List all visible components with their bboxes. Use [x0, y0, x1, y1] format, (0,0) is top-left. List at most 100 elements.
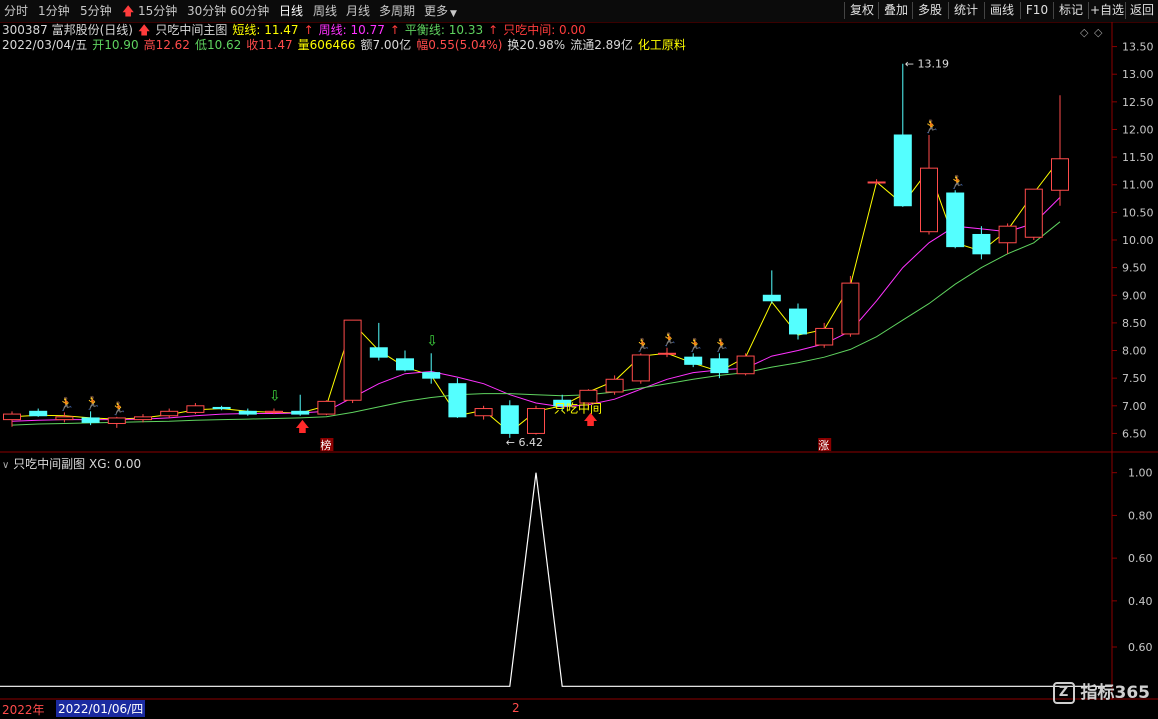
candle-body [81, 417, 100, 423]
candle-body [500, 405, 519, 434]
runner-icon: 🏃 [58, 396, 74, 412]
candle [134, 414, 152, 423]
candle-body [736, 355, 755, 375]
runner-icon: 🏃 [949, 174, 965, 190]
y-tick-label: 12.50 [1122, 96, 1154, 109]
candle-body [527, 408, 545, 434]
kline-chart[interactable]: ◇ ◇ 6.507.007.508.008.509.009.5010.0010.5… [0, 0, 1158, 719]
sub-y-tick-label: 0.80 [1128, 509, 1153, 522]
candle [815, 322, 834, 348]
candle-body [160, 410, 179, 417]
candle [500, 400, 519, 438]
y-tick-label: 8.50 [1122, 317, 1147, 330]
candle [55, 412, 74, 423]
candle-body [946, 192, 965, 248]
candle-body [658, 352, 676, 355]
candle [762, 270, 781, 304]
runner-icon: 🏃 [687, 337, 703, 353]
sub-y-tick-label: 0.60 [1128, 641, 1153, 654]
y-tick-label: 9.50 [1122, 262, 1147, 275]
green-down-arrow-icon: ⇩ [426, 333, 438, 349]
badge-zhang-text: 涨 [818, 439, 829, 452]
candle-body [972, 233, 991, 255]
candle-body [1024, 188, 1043, 238]
runner-icon: 🏃 [111, 401, 127, 417]
candle-body [369, 347, 388, 358]
candle-body [893, 134, 912, 207]
candle [920, 135, 938, 235]
candle [736, 353, 755, 376]
y-tick-label: 11.50 [1122, 151, 1154, 164]
red-up-arrow-icon: 🡅 [295, 420, 309, 436]
candle [893, 63, 912, 207]
sub-axis: 1.00 0.80 0.60 0.40 0.60 [1112, 467, 1153, 654]
candle [396, 350, 414, 372]
watermark: Z 指标365 [1052, 678, 1151, 704]
candle [317, 400, 336, 416]
y-tick-label: 13.00 [1122, 68, 1154, 81]
xg-series-line [0, 472, 1112, 687]
runner-icon: 🏃 [661, 332, 677, 348]
red-up-arrow-icon: 🡅 [583, 413, 597, 429]
date-axis: 2022年 2022/01/06/四 2 [0, 700, 1158, 719]
candle-body [396, 358, 414, 371]
candle [631, 353, 650, 384]
y-tick-label: 13.50 [1122, 41, 1154, 54]
y-tick-label: 10.00 [1122, 234, 1154, 247]
chevron-down-icon[interactable]: ∨ [2, 460, 9, 471]
candle-body [920, 167, 938, 233]
candle [946, 190, 965, 249]
subchart-name[interactable]: 只吃中间副图 [13, 457, 85, 471]
y-tick-label: 6.50 [1122, 427, 1147, 440]
candle [867, 179, 886, 185]
brand-logo-icon: Z [1052, 682, 1075, 704]
candle-body [605, 378, 624, 393]
candle [343, 319, 362, 404]
candle-body [474, 408, 493, 417]
candle-body [998, 225, 1017, 244]
candles [3, 63, 1069, 438]
sub-y-tick-label: 0.60 [1128, 552, 1153, 565]
candle [789, 303, 807, 340]
candle-body [317, 400, 336, 415]
badge-bang: 榜 [320, 438, 334, 452]
series-line-2 [11, 197, 1061, 422]
candle [291, 394, 310, 416]
candle [107, 416, 126, 428]
candle [186, 403, 205, 415]
y-tick-label: 7.50 [1122, 372, 1147, 385]
candle-body [815, 327, 834, 346]
candle [527, 405, 545, 435]
candle [369, 322, 388, 361]
sub-y-tick-label: 0.40 [1128, 595, 1153, 608]
candle-body [29, 410, 48, 417]
candle-body [422, 372, 441, 379]
candle-body [448, 383, 467, 418]
cursor-date: 2022/01/06/四 [56, 700, 146, 717]
candle [422, 353, 441, 384]
chart-frame: ◇ ◇ [0, 22, 1158, 700]
watermark-text: 指标365 [1080, 683, 1151, 703]
candle-body [684, 356, 703, 365]
candle-body [631, 354, 650, 382]
annotations: ← 13.19← 6.42只吃中间🏃 🏃 🏃🏃 🏃 🏃 🏃🏃🏃⇩⇩🡅 🡅榜涨 [58, 58, 965, 452]
candle [1051, 95, 1069, 206]
xg-line [0, 472, 1112, 687]
candle [448, 378, 467, 418]
candle-body [212, 406, 231, 410]
candle-body [762, 294, 781, 302]
diamond-icon: ◇ [1094, 26, 1103, 39]
candle-body [343, 319, 362, 401]
candle [841, 275, 860, 337]
candle [29, 408, 48, 417]
price-axis: 6.50 7.00 7.50 8.00 8.50 9.00 9.50 10.00 10.50 11… [1112, 41, 1154, 440]
y-tick-label: 7.00 [1122, 400, 1147, 413]
sub-y-tick-label: 1.00 [1128, 467, 1153, 480]
candle-body [265, 410, 283, 413]
candle [474, 405, 493, 420]
candle [605, 375, 624, 395]
candle-body [291, 410, 310, 415]
candle-body [789, 308, 807, 335]
candle [1024, 188, 1043, 240]
runner-icon: 🏃 [713, 337, 729, 353]
